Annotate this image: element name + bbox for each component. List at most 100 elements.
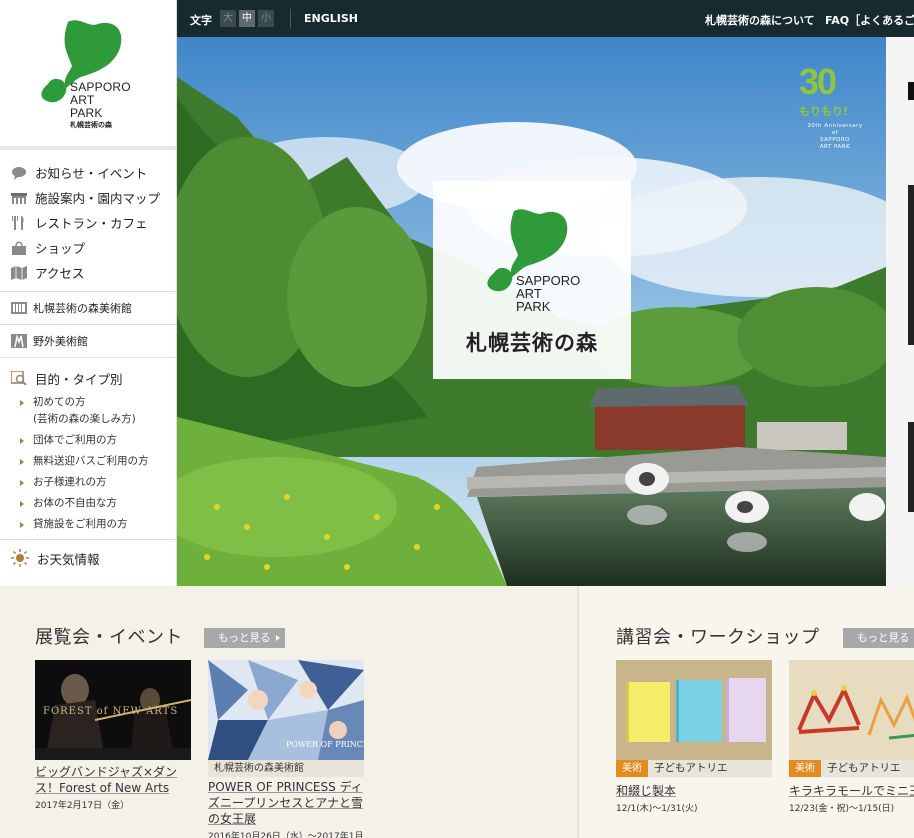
nav-item-shop[interactable]: ショップ (0, 235, 176, 260)
purpose-item-line2: (芸術の森の楽しみ方) (33, 413, 136, 425)
triangle-bullet-icon (20, 522, 24, 528)
workshop-tag: 美術 (789, 760, 821, 777)
anniversary-en-line1: 30th Anniversary of (807, 123, 863, 136)
english-link[interactable]: ENGLISH (304, 12, 358, 25)
nav-item-weather[interactable]: お天気情報 (0, 540, 176, 576)
sculpture-icon (11, 334, 27, 348)
logo-text-jp: 札幌芸術の森 (70, 121, 112, 129)
anniversary-badge: 30 もりもり! 30th Anniversary of SAPPORO ART… (791, 61, 871, 151)
main-nav: お知らせ・イベント 施設案内・園内マップ レストラン・カフェ ショップ アクセス (0, 150, 176, 292)
exhibition-thumbnail[interactable]: FOREST of NEW ARTS (35, 660, 191, 760)
speech-bubble-icon (12, 166, 26, 180)
purpose-item-label: 貸施設をご利用の方 (33, 518, 128, 530)
bookbinding-thumbnail (616, 660, 772, 760)
font-size-small-button[interactable]: 小 (258, 10, 274, 27)
workshops-title: 講習会・ワークショップ (616, 627, 820, 648)
sidebar: SAPPORO ART PARK 札幌芸術の森 お知らせ・イベント 施設案内・園… (0, 0, 177, 590)
nav-label: ショップ (35, 241, 86, 256)
nav-item-restaurant[interactable]: レストラン・カフェ (0, 210, 176, 235)
workshops-more-button[interactable]: もっと見る (843, 628, 914, 648)
font-size-large-button[interactable]: 大 (220, 10, 236, 27)
crown-thumbnail (789, 660, 914, 760)
slide-edge (908, 185, 914, 345)
purpose-heading[interactable]: 目的・タイプ別 (0, 366, 176, 390)
exhibitions-title: 展覧会・イベント (35, 627, 183, 648)
workshop-title[interactable]: キラキラモールでミニ王冠！ (789, 783, 914, 799)
hero-logo: SAPPORO ART PARK 札幌芸術の森 (433, 181, 631, 379)
exhibition-title[interactable]: POWER OF PRINCESS ディズニープリンセスとアナと雪の女王展 (208, 779, 364, 827)
exhibition-venue: 札幌芸術の森美術館 (208, 760, 364, 777)
museum-icon (11, 302, 27, 314)
purpose-item-label: 団体でご利用の方 (33, 434, 117, 446)
workshop-thumbnail[interactable] (789, 660, 914, 760)
workshop-date: 12/1(木)～1/31(火) (616, 804, 698, 814)
exhibition-card[interactable]: FOREST of NEW ARTS ビッグバンドジャズ×ダンス！Forest … (35, 660, 191, 811)
workshop-tag-row: 美術 子どもアトリエ (616, 760, 772, 777)
purpose-nav: 目的・タイプ別 初めての方 (芸術の森の楽しみ方) 団体でご利用の方 無料送迎バス… (0, 358, 176, 540)
nav-item-access[interactable]: アクセス (0, 260, 176, 285)
about-link[interactable]: 札幌芸術の森について (705, 12, 815, 28)
nav-label: 野外美術館 (33, 335, 88, 348)
logo-text-art: ART (70, 93, 95, 107)
nav-label: お知らせ・イベント (35, 166, 148, 181)
magnifier-icon (11, 371, 27, 385)
workshop-category: 子どもアトリエ (827, 762, 901, 774)
site-logo[interactable]: SAPPORO ART PARK 札幌芸術の森 (0, 0, 176, 150)
workshop-card[interactable]: 美術 子どもアトリエ キラキラモールでミニ王冠！ 12/23(金・祝)～1/15… (789, 660, 914, 814)
map-icon (11, 265, 27, 280)
font-size-medium-button[interactable]: 中 (239, 10, 255, 27)
purpose-item-accessibility[interactable]: お体の不自由な方 (0, 495, 176, 512)
anniversary-number: 30 (799, 61, 837, 102)
hero-logo-jp: 札幌芸術の森 (466, 330, 598, 355)
thumbnail-text: POWER OF PRINCESS (286, 740, 364, 749)
workshops-section: 講習会・ワークショップ もっと見る 美術 子どもアトリエ 和綴じ製本 12/1(… (577, 586, 914, 838)
purpose-item-label: お体の不自由な方 (33, 497, 117, 509)
faq-link[interactable]: FAQ［よくあるご質 (825, 12, 914, 28)
exhibition-date: 2017年2月17日（金） (35, 801, 130, 811)
building-icon (11, 192, 27, 204)
triangle-bullet-icon (20, 480, 24, 486)
purpose-item-group[interactable]: 団体でご利用の方 (0, 432, 176, 449)
slide-edge (908, 422, 914, 512)
exhibition-thumbnail[interactable]: POWER OF PRINCESS (208, 660, 364, 760)
nav-item-outdoor-museum[interactable]: 野外美術館 (0, 325, 176, 358)
top-bar: 文字 大 中 小 ENGLISH 札幌芸術の森について FAQ［よくあるご質 (177, 0, 914, 37)
weather-label: お天気情報 (37, 551, 100, 567)
purpose-item-label: 無料送迎バスご利用の方 (33, 455, 149, 467)
nav-item-facilities[interactable]: 施設案内・園内マップ (0, 185, 176, 210)
exhibition-date: 2016年10月26日（水）～2017年1月15 (208, 832, 364, 838)
purpose-title: 目的・タイプ別 (35, 371, 123, 387)
purpose-item-label: お子様連れの方 (33, 476, 107, 488)
thumbnail-text: FOREST of NEW ARTS (43, 706, 179, 717)
shopping-bag-icon (12, 241, 26, 255)
nav-label: アクセス (35, 266, 85, 281)
purpose-item-first-time[interactable]: 初めての方 (芸術の森の楽しみ方) (0, 394, 176, 428)
nav-item-museum[interactable]: 札幌芸術の森美術館 (0, 292, 176, 325)
purpose-item-rental[interactable]: 貸施設をご利用の方 (0, 516, 176, 533)
purpose-item-children[interactable]: お子様連れの方 (0, 474, 176, 491)
triangle-bullet-icon (20, 459, 24, 465)
purpose-item-line1: 初めての方 (33, 396, 86, 408)
workshop-tag-row: 美術 子どもアトリエ (789, 760, 914, 777)
exhibitions-more-button[interactable]: もっと見る (204, 628, 285, 648)
hero-next-slide[interactable] (886, 37, 914, 586)
anniversary-sub: もりもり! (799, 105, 849, 118)
hero-image: 30 もりもり! 30th Anniversary of SAPPORO ART… (177, 37, 886, 586)
triangle-bullet-icon (20, 501, 24, 507)
nav-label: レストラン・カフェ (35, 216, 148, 231)
workshop-thumbnail[interactable] (616, 660, 772, 760)
workshop-category: 子どもアトリエ (654, 762, 728, 774)
exhibition-card[interactable]: POWER OF PRINCESS 札幌芸術の森美術館 POWER OF PRI… (208, 660, 364, 838)
nav-label: 札幌芸術の森美術館 (33, 302, 132, 315)
nav-item-news[interactable]: お知らせ・イベント (0, 160, 176, 185)
sun-icon (11, 549, 29, 567)
triangle-bullet-icon (20, 438, 24, 444)
anniversary-en-line3: ART PARK (819, 144, 851, 150)
workshop-tag: 美術 (616, 760, 648, 777)
exhibition-title[interactable]: ビッグバンドジャズ×ダンス！Forest of New Arts (35, 764, 191, 796)
workshop-title[interactable]: 和綴じ製本 (616, 783, 772, 799)
purpose-item-bus[interactable]: 無料送迎バスご利用の方 (0, 453, 176, 470)
logo-text-sapporo: SAPPORO (70, 80, 131, 94)
triangle-bullet-icon (20, 400, 24, 406)
workshop-card[interactable]: 美術 子どもアトリエ 和綴じ製本 12/1(木)～1/31(火) (616, 660, 772, 814)
